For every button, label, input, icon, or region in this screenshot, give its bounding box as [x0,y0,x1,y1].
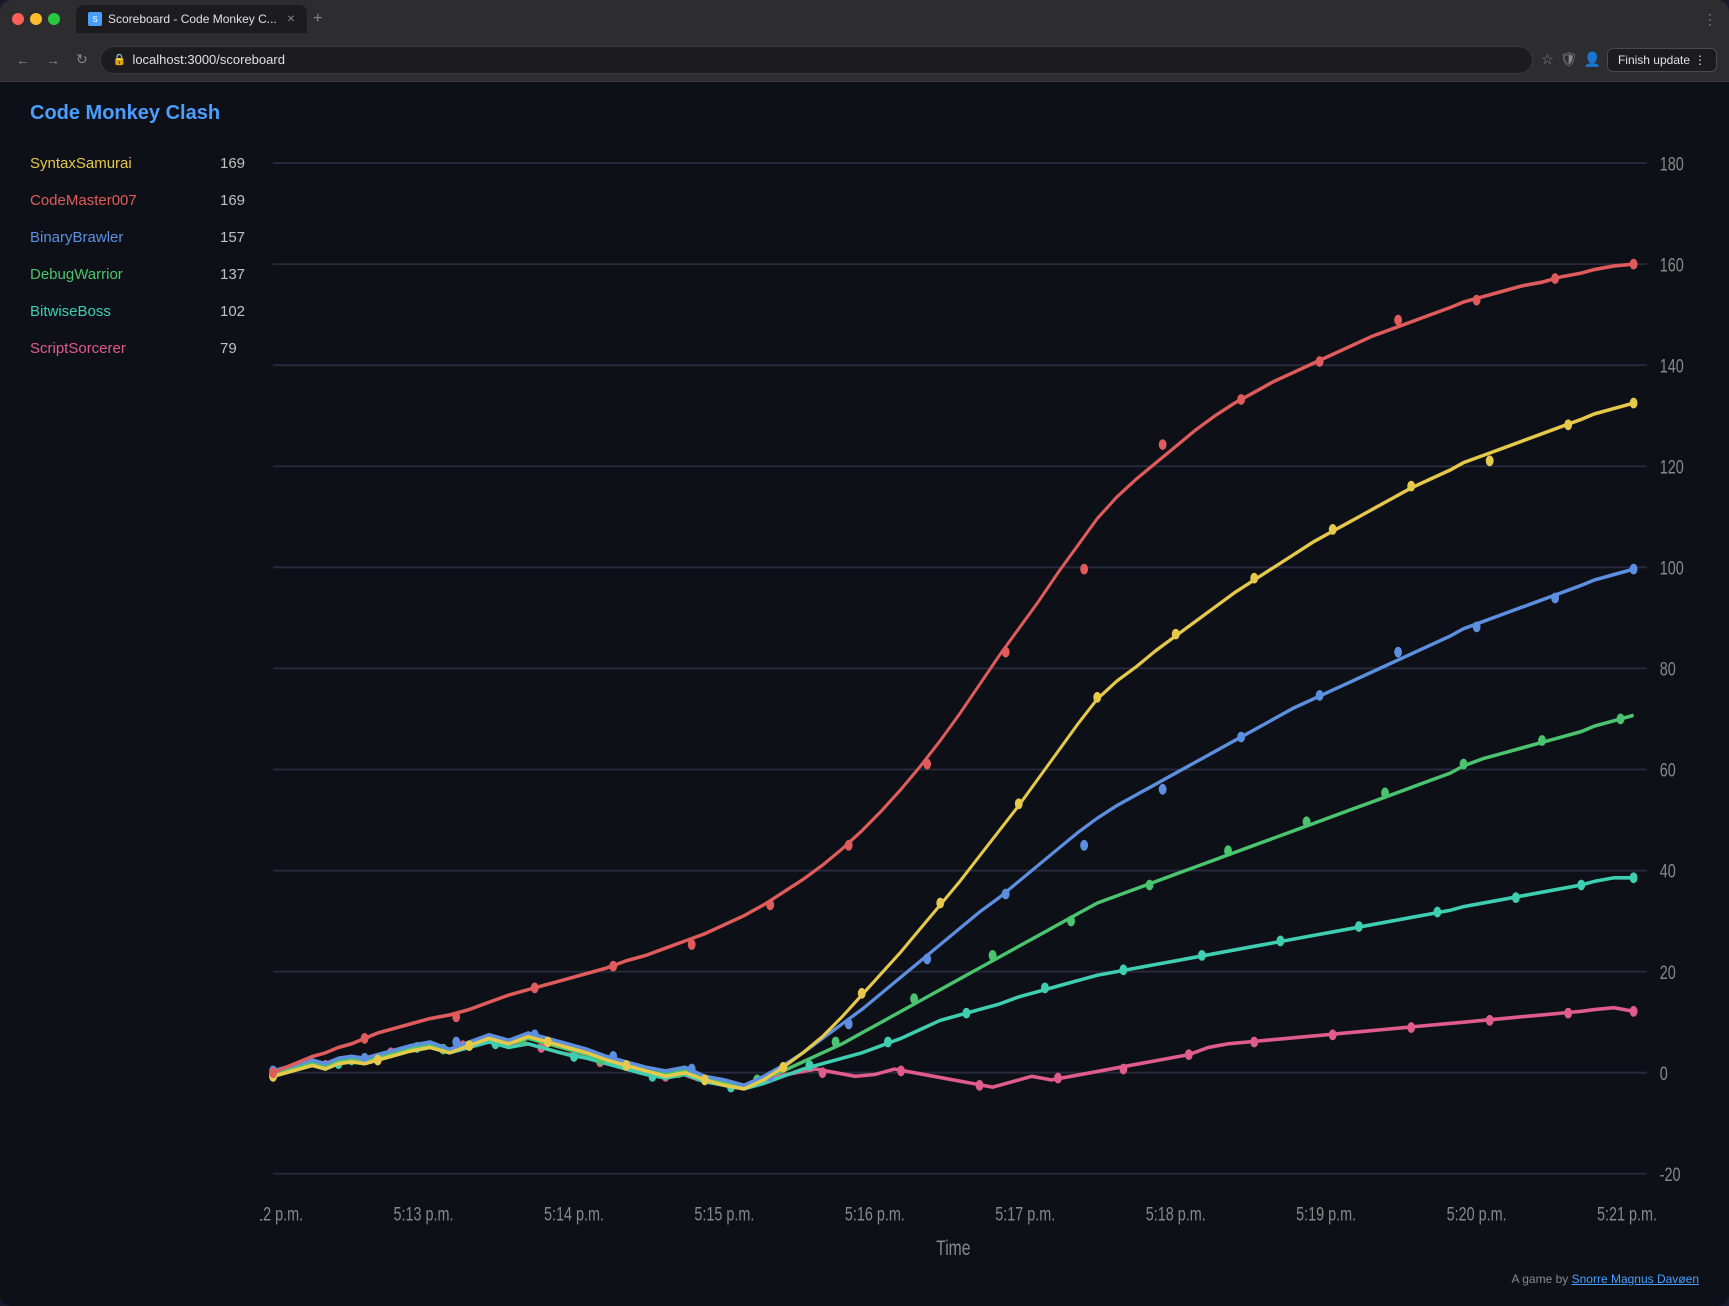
legend-item: SyntaxSamurai 169 [30,155,260,172]
svg-text:5:16 p.m.: 5:16 p.m. [845,1202,905,1225]
dots-scriptsorcerer [269,1006,1637,1091]
line-debugwarrior [273,715,1634,1085]
svg-text:180: 180 [1660,152,1684,175]
svg-text:5:21 p.m.: 5:21 p.m. [1597,1202,1657,1225]
refresh-button[interactable]: ↻ [72,47,92,72]
svg-text:5:15 p.m.: 5:15 p.m. [694,1202,754,1225]
address-right-icons: ☆ 🛡 👤 Finish update ⋮ [1541,48,1717,72]
tab-bar: S Scoreboard - Code Monkey C... ✕ + [76,5,1695,33]
svg-text:160: 160 [1660,253,1684,276]
back-button[interactable]: ← [12,48,34,72]
legend-item: CodeMaster007 169 [30,192,260,209]
svg-text:Time: Time [936,1237,970,1261]
svg-text:80: 80 [1660,657,1676,680]
svg-text:5:19 p.m.: 5:19 p.m. [1296,1202,1356,1225]
dots-binarybrawler [269,564,1637,1082]
svg-text:5:12 p.m.: 5:12 p.m. [260,1202,303,1225]
minimize-button[interactable] [30,13,42,25]
legend-player-score: 157 [220,229,260,246]
address-bar-row: ← → ↻ 🔒 localhost:3000/scoreboard ☆ 🛡 👤 … [0,38,1729,82]
line-scriptsorcerer [273,1008,1634,1087]
svg-text:40: 40 [1660,859,1676,882]
svg-text:5:13 p.m.: 5:13 p.m. [394,1202,454,1225]
legend-player-name: SyntaxSamurai [30,155,132,172]
legend-player-score: 102 [220,303,260,320]
new-tab-button[interactable]: + [307,10,328,28]
legend-player-name: BitwiseBoss [30,303,111,320]
tab-close-icon[interactable]: ✕ [287,14,295,25]
tab-title: Scoreboard - Code Monkey C... [108,12,277,26]
legend-item: ScriptSorcerer 79 [30,340,260,357]
svg-text:-20: -20 [1660,1163,1681,1186]
page-content: Code Monkey Clash SyntaxSamurai 169 Code… [0,82,1729,1306]
legend-player-score: 169 [220,155,260,172]
legend-player-name: CodeMaster007 [30,192,137,209]
lock-icon: 🔒 [113,53,127,66]
profile-icon[interactable]: 👤 [1584,51,1601,68]
svg-text:20: 20 [1660,961,1676,984]
svg-text:5:18 p.m.: 5:18 p.m. [1146,1202,1206,1225]
forward-button[interactable]: → [42,48,64,72]
tab-favicon: S [88,12,102,26]
legend-player-name: BinaryBrawler [30,229,123,246]
chart-area: 180 160 140 120 100 80 60 40 20 0 -20 5:… [260,145,1699,1264]
active-tab[interactable]: S Scoreboard - Code Monkey C... ✕ [76,5,307,33]
maximize-button[interactable] [48,13,60,25]
svg-text:140: 140 [1660,354,1684,377]
title-bar: S Scoreboard - Code Monkey C... ✕ + ⋮ [0,0,1729,38]
legend-player-score: 137 [220,266,260,283]
finish-update-label: Finish update [1618,53,1690,67]
legend-player-name: DebugWarrior [30,266,123,283]
more-options-icon: ⋮ [1694,53,1706,67]
legend-item: BitwiseBoss 102 [30,303,260,320]
traffic-lights [12,13,60,25]
footer-text: A game by [1512,1272,1572,1286]
browser-window: S Scoreboard - Code Monkey C... ✕ + ⋮ ← … [0,0,1729,1306]
url-text: localhost:3000/scoreboard [132,52,1520,67]
legend-panel: SyntaxSamurai 169 CodeMaster007 169 Bina… [30,145,260,1264]
svg-text:5:14 p.m.: 5:14 p.m. [544,1202,604,1225]
svg-text:120: 120 [1660,455,1684,478]
scoreboard-container: SyntaxSamurai 169 CodeMaster007 169 Bina… [30,145,1699,1264]
legend-item: BinaryBrawler 157 [30,229,260,246]
legend-player-score: 79 [220,340,260,357]
legend-player-name: ScriptSorcerer [30,340,126,357]
browser-toolbar-right: ⋮ [1703,11,1717,28]
chart-svg: 180 160 140 120 100 80 60 40 20 0 -20 5:… [260,145,1699,1264]
address-bar[interactable]: 🔒 localhost:3000/scoreboard [100,46,1533,74]
legend-item: DebugWarrior 137 [30,266,260,283]
bookmark-icon[interactable]: ☆ [1541,51,1554,68]
footer: A game by Snorre Magnus Davøen [30,1264,1699,1286]
svg-text:5:17 p.m.: 5:17 p.m. [995,1202,1055,1225]
close-button[interactable] [12,13,24,25]
shield-icon[interactable]: 🛡 [1560,51,1578,68]
page-title: Code Monkey Clash [30,102,1699,125]
legend-player-score: 169 [220,192,260,209]
line-syntaxsamurai [273,403,1634,1089]
finish-update-button[interactable]: Finish update ⋮ [1607,48,1717,72]
footer-author-link[interactable]: Snorre Magnus Davøen [1572,1272,1699,1286]
svg-text:60: 60 [1660,758,1676,781]
svg-text:5:20 p.m.: 5:20 p.m. [1447,1202,1507,1225]
svg-text:100: 100 [1660,556,1684,579]
svg-text:0: 0 [1660,1062,1668,1085]
extensions-icon[interactable]: ⋮ [1703,11,1717,28]
